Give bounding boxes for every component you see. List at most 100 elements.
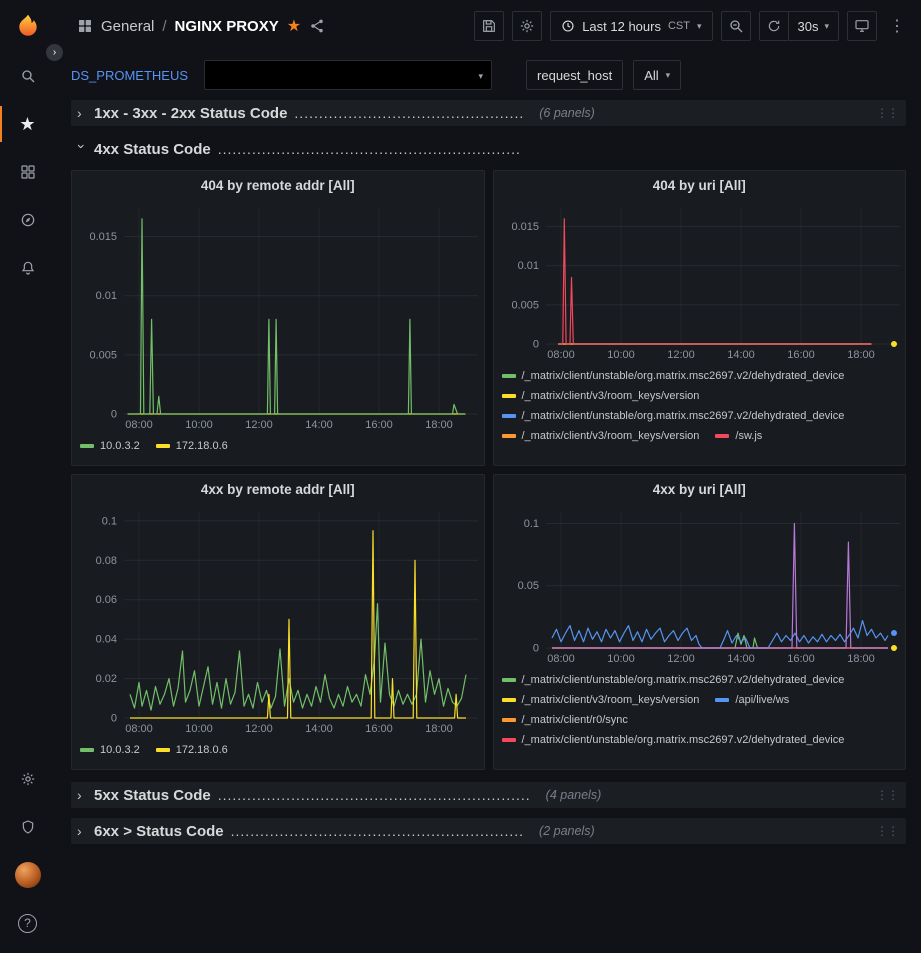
row-5xx-status-code[interactable]: › 5xx Status Code ......................… <box>71 782 906 808</box>
svg-text:10:00: 10:00 <box>185 419 213 431</box>
sidebar-item-configuration[interactable] <box>0 755 55 803</box>
refresh-interval-select[interactable]: 30s ▾ <box>788 11 840 41</box>
sidebar-item-help[interactable]: ? <box>0 899 55 947</box>
legend-item[interactable]: /sw.js <box>715 429 762 443</box>
row-panel-count: (6 panels) <box>539 106 595 120</box>
datasource-variable-label[interactable]: DS_PROMETHEUS <box>71 68 194 83</box>
svg-text:08:00: 08:00 <box>125 419 153 431</box>
avatar <box>15 862 41 888</box>
gear-icon <box>20 771 36 787</box>
chart-legend: 10.0.3.2 172.18.0.6 <box>72 738 484 769</box>
svg-text:0.005: 0.005 <box>89 349 117 361</box>
legend-item[interactable]: /_matrix/client/v3/room_keys/version <box>502 693 700 707</box>
legend-item[interactable]: /_matrix/client/v3/room_keys/version <box>502 389 700 403</box>
svg-text:16:00: 16:00 <box>787 653 815 665</box>
chart-404-by-remote-addr[interactable]: 08:0010:0012:0014:0016:0018:0000.0050.01… <box>72 199 484 434</box>
panel-title[interactable]: 404 by remote addr [All] <box>72 171 484 199</box>
row-dots: ........................................… <box>218 141 521 157</box>
svg-text:0.08: 0.08 <box>96 555 117 567</box>
panel-4xx-by-uri: 4xx by uri [All] 08:0010:0012:0014:0016:… <box>493 474 907 770</box>
top-navbar: General / NGINX PROXY ★ <box>0 0 921 52</box>
chart-4xx-by-uri[interactable]: 08:0010:0012:0014:0016:0018:0000.050.1 <box>494 503 906 668</box>
kebab-menu-icon[interactable]: ⋮ <box>885 16 909 36</box>
legend-item[interactable]: /_matrix/client/v3/room_keys/version <box>502 429 700 443</box>
legend-label: /api/live/ws <box>735 693 789 707</box>
legend-swatch <box>156 748 170 752</box>
legend-item[interactable]: 172.18.0.6 <box>156 743 228 757</box>
legend-swatch <box>715 698 729 702</box>
apps-grid-icon[interactable] <box>77 18 93 34</box>
favorite-star-icon[interactable]: ★ <box>287 16 301 36</box>
refresh-button[interactable] <box>759 11 789 41</box>
sidebar-item-profile[interactable] <box>0 851 55 899</box>
legend-item[interactable]: 172.18.0.6 <box>156 439 228 453</box>
legend-item[interactable]: 10.0.3.2 <box>80 743 140 757</box>
svg-text:0: 0 <box>532 339 538 351</box>
search-icon <box>20 68 36 84</box>
request-host-variable-value: All <box>644 68 658 83</box>
drag-handle-icon[interactable]: ⋮⋮ <box>876 788 898 802</box>
legend-item[interactable]: /api/live/ws <box>715 693 789 707</box>
legend-swatch <box>502 434 516 438</box>
svg-text:08:00: 08:00 <box>547 653 575 665</box>
refresh-group: 30s ▾ <box>759 11 840 41</box>
sidebar-item-alerting[interactable] <box>0 244 55 292</box>
legend-item[interactable]: /_matrix/client/r0/sync <box>502 713 628 727</box>
zoom-out-time-button[interactable] <box>721 11 751 41</box>
legend-item[interactable]: /_matrix/client/unstable/org.matrix.msc2… <box>502 733 845 747</box>
sidebar-item-server-admin[interactable] <box>0 803 55 851</box>
legend-item[interactable]: /_matrix/client/unstable/org.matrix.msc2… <box>502 409 845 423</box>
sidebar-item-starred[interactable]: ★ <box>0 100 55 148</box>
panel-title[interactable]: 4xx by uri [All] <box>494 475 906 503</box>
legend-item[interactable]: 10.0.3.2 <box>80 439 140 453</box>
tv-mode-button[interactable] <box>847 11 877 41</box>
dashboard-content: DS_PROMETHEUS ▾ request_host All ▾ › 1xx… <box>55 52 921 953</box>
row-4xx-status-code[interactable]: › 4xx Status Code ......................… <box>71 136 906 162</box>
dashboard-settings-button[interactable] <box>512 11 542 41</box>
breadcrumb: General / NGINX PROXY ★ <box>55 16 325 36</box>
svg-text:0.01: 0.01 <box>517 260 538 272</box>
svg-text:16:00: 16:00 <box>365 723 393 735</box>
chart-404-by-uri[interactable]: 08:0010:0012:0014:0016:0018:0000.0050.01… <box>494 199 906 364</box>
legend-item[interactable]: /_matrix/client/unstable/org.matrix.msc2… <box>502 369 845 383</box>
svg-text:0.01: 0.01 <box>96 290 117 302</box>
sidebar-item-search[interactable] <box>0 52 55 100</box>
legend-item[interactable]: /_matrix/client/unstable/org.matrix.msc2… <box>502 673 845 687</box>
svg-text:10:00: 10:00 <box>607 349 635 361</box>
share-icon[interactable] <box>309 18 325 34</box>
sidebar-item-explore[interactable] <box>0 196 55 244</box>
row-6xx-status-code[interactable]: › 6xx > Status Code ....................… <box>71 818 906 844</box>
panel-title[interactable]: 404 by uri [All] <box>494 171 906 199</box>
dashboard-title[interactable]: NGINX PROXY <box>175 18 279 35</box>
request-host-variable-select[interactable]: All ▾ <box>633 60 681 90</box>
svg-text:12:00: 12:00 <box>667 349 695 361</box>
legend-label: 172.18.0.6 <box>176 439 228 453</box>
time-range-picker[interactable]: Last 12 hours CST ▾ <box>550 11 712 41</box>
row-1xx-3xx-2xx-status-code[interactable]: › 1xx - 3xx - 2xx Status Code ..........… <box>71 100 906 126</box>
datasource-variable-select[interactable]: ▾ <box>204 60 492 90</box>
save-dashboard-button[interactable] <box>474 11 504 41</box>
chart-4xx-by-remote-addr[interactable]: 08:0010:0012:0014:0016:0018:0000.020.040… <box>72 503 484 738</box>
row-title: 4xx Status Code <box>94 141 211 158</box>
svg-text:0.015: 0.015 <box>89 231 117 243</box>
chart-legend: /_matrix/client/unstable/org.matrix.msc2… <box>494 364 906 465</box>
sidebar-item-dashboards[interactable] <box>0 148 55 196</box>
row-panel-count: (2 panels) <box>539 824 595 838</box>
gear-icon <box>519 18 535 34</box>
sidebar-toggle-button[interactable]: › <box>46 44 63 61</box>
svg-text:0: 0 <box>111 713 117 725</box>
dashboards-grid-icon <box>20 164 36 180</box>
svg-text:0.04: 0.04 <box>96 634 117 646</box>
svg-text:0.1: 0.1 <box>102 515 117 527</box>
legend-swatch <box>502 738 516 742</box>
grafana-logo[interactable] <box>0 13 55 39</box>
breadcrumb-section[interactable]: General <box>101 18 154 35</box>
legend-label: /_matrix/client/unstable/org.matrix.msc2… <box>522 733 845 747</box>
drag-handle-icon[interactable]: ⋮⋮ <box>876 824 898 838</box>
drag-handle-icon[interactable]: ⋮⋮ <box>876 106 898 120</box>
legend-swatch <box>502 414 516 418</box>
grafana-app: General / NGINX PROXY ★ <box>0 0 921 953</box>
chevron-down-icon: ▾ <box>479 71 484 82</box>
panel-title[interactable]: 4xx by remote addr [All] <box>72 475 484 503</box>
timezone-label: CST <box>668 20 690 32</box>
